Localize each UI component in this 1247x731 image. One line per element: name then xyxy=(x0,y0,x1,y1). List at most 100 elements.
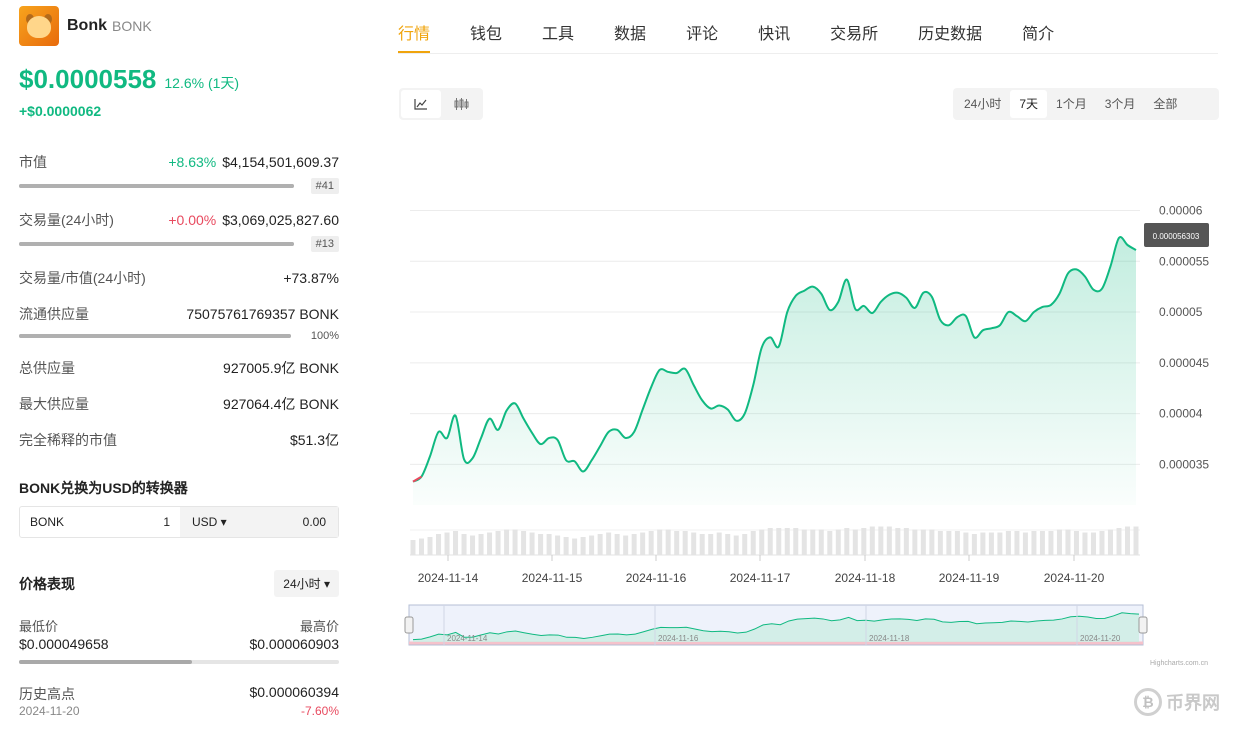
navigator-window xyxy=(408,604,1144,646)
stat-value: $51.3亿 xyxy=(289,432,339,448)
volume-bar xyxy=(742,534,748,555)
volume-bar xyxy=(997,532,1003,555)
candlestick-icon[interactable] xyxy=(441,90,481,118)
stat-circulating: 流通供应量 75075761769357 BONK 100% xyxy=(19,304,339,342)
tab-tools[interactable]: 工具 xyxy=(542,0,574,53)
x-tick-label: 2024-11-14 xyxy=(418,571,479,585)
volume-bar xyxy=(657,529,663,555)
main-tabs: 行情 钱包 工具 数据 评论 快讯 交易所 历史数据 简介 xyxy=(398,0,1218,54)
highcharts-credit: Highcharts.com.cn xyxy=(1150,660,1208,667)
high-label: 最高价 xyxy=(299,619,339,634)
tooltip-value: 0.000056303 xyxy=(1153,232,1200,241)
stat-label: 完全稀释的市值 xyxy=(19,432,117,448)
tab-market[interactable]: 行情 xyxy=(398,0,431,53)
tab-news[interactable]: 快讯 xyxy=(758,0,790,53)
range-3m[interactable]: 3个月 xyxy=(1096,90,1145,118)
volume-bar xyxy=(444,532,450,555)
tab-wallet[interactable]: 钱包 xyxy=(470,0,502,53)
navigator-area xyxy=(413,612,1139,642)
progress-bar xyxy=(19,184,294,188)
tab-intro[interactable]: 简介 xyxy=(1022,0,1054,53)
volume-bar xyxy=(512,529,518,555)
stat-max-supply: 最大供应量 927064.4亿 BONK xyxy=(19,394,339,414)
y-tick-label: 0.00005 xyxy=(1159,305,1203,319)
range-tabs: 24小时 7天 1个月 3个月 全部 xyxy=(953,88,1219,120)
stat-vol-mcap: 交易量/市值(24小时) +73.87% xyxy=(19,268,339,288)
volume-bar xyxy=(1073,531,1079,555)
volume-bar xyxy=(869,526,875,555)
range-all[interactable]: 全部 xyxy=(1144,90,1186,118)
price-line-down xyxy=(412,475,423,483)
x-tick-label: 2024-11-18 xyxy=(835,571,896,585)
x-tick-label: 2024-11-15 xyxy=(522,571,583,585)
stat-value: $4,154,501,609.37 xyxy=(222,154,339,170)
navigator-label: 2024-11-18 xyxy=(869,634,910,643)
volume-bar xyxy=(580,537,586,555)
coin-panel: Bonk BONK $0.0000558 12.6% (1天) +$0.0000… xyxy=(19,6,339,718)
volume-bar xyxy=(759,529,765,555)
tab-comments[interactable]: 评论 xyxy=(686,0,718,53)
volume-bar xyxy=(1124,526,1130,555)
navigator-handle xyxy=(404,616,414,634)
x-tick-label: 2024-11-16 xyxy=(626,571,687,585)
chart-type-toggle xyxy=(399,88,483,120)
stat-fdv: 完全稀释的市值 $51.3亿 xyxy=(19,430,339,450)
stat-change: +0.00% xyxy=(168,212,217,228)
converter-from[interactable]: BONK 1 xyxy=(20,507,180,537)
navigator-label: 2024-11-14 xyxy=(447,634,488,643)
volume-bar xyxy=(963,532,969,555)
line-chart-icon[interactable] xyxy=(401,90,441,118)
stat-value: $3,069,025,827.60 xyxy=(222,212,339,228)
range-labels: 最低价 最高价 xyxy=(19,616,339,635)
low-label: 最低价 xyxy=(19,619,59,634)
volume-bar xyxy=(487,532,493,555)
ath-date: 2024-11-20 xyxy=(19,704,80,718)
volume-bar xyxy=(648,531,654,555)
circulating-pct: 100% xyxy=(310,330,339,342)
tab-exchanges[interactable]: 交易所 xyxy=(830,0,878,53)
volume-bar xyxy=(699,534,705,555)
volume-bar xyxy=(495,531,501,555)
volume-bar xyxy=(988,532,994,555)
range-7d[interactable]: 7天 xyxy=(1010,90,1048,118)
volume-bar xyxy=(529,532,535,555)
price-line xyxy=(412,236,1137,483)
volume-bar xyxy=(470,535,476,555)
volume-bar xyxy=(538,534,544,555)
price-row: $0.0000558 12.6% (1天) xyxy=(19,64,339,95)
to-amount: 0.00 xyxy=(302,515,326,529)
ath-label: 历史高点 xyxy=(19,686,75,702)
tab-data[interactable]: 数据 xyxy=(614,0,646,53)
volume-bar xyxy=(1107,529,1113,555)
stat-label: 交易量(24小时) xyxy=(19,212,114,228)
y-tick-label: 0.000035 xyxy=(1159,457,1209,471)
ath-change: -7.60% xyxy=(300,704,339,718)
tab-history[interactable]: 历史数据 xyxy=(918,0,982,53)
watermark-logo-icon: ₿ xyxy=(1134,688,1162,716)
volume-bar xyxy=(410,540,416,555)
watermark: ₿ 币界网 xyxy=(1134,688,1220,716)
currency-select[interactable]: USD ▾ xyxy=(192,515,227,529)
volume-bar xyxy=(1005,531,1011,555)
range-24h[interactable]: 24小时 xyxy=(955,90,1010,118)
bonk-logo-icon xyxy=(19,6,59,46)
from-amount-input[interactable]: 1 xyxy=(163,515,170,529)
price-range-bar xyxy=(19,660,339,664)
volume-bar xyxy=(674,531,680,555)
coin-header: Bonk BONK xyxy=(19,6,339,46)
volume-bar xyxy=(716,532,722,555)
volume-bar xyxy=(1099,531,1105,555)
volume-bar xyxy=(1116,528,1122,555)
range-1m[interactable]: 1个月 xyxy=(1047,90,1096,118)
volume-bar xyxy=(436,534,442,555)
volume-bar xyxy=(810,529,816,555)
volume-bar xyxy=(597,534,603,555)
volume-bar xyxy=(920,529,926,555)
volume-bar xyxy=(784,528,790,555)
period-select[interactable]: 24小时 ▾ xyxy=(274,570,339,597)
stat-value: 927064.4亿 BONK xyxy=(223,396,339,412)
progress-bar xyxy=(19,334,291,338)
stat-volume: 交易量(24小时) +0.00% $3,069,025,827.60 #13 xyxy=(19,210,339,252)
stat-value: 75075761769357 BONK xyxy=(186,306,339,322)
converter-title: BONK兑换为USD的转换器 xyxy=(19,480,188,496)
